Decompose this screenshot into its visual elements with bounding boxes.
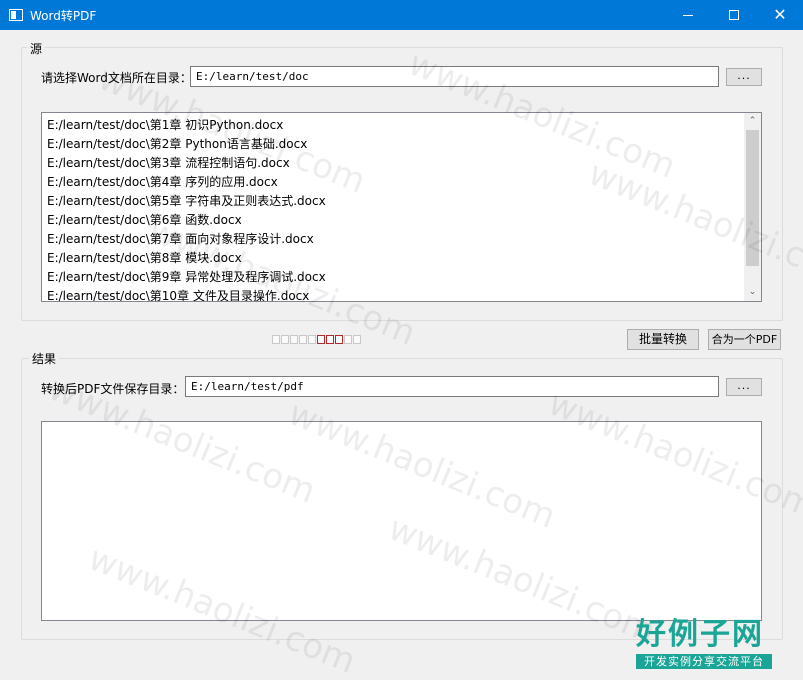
result-log[interactable] [41,421,762,621]
file-list-scrollbar[interactable]: ⌃ ⌄ [744,113,761,301]
title-bar[interactable]: Word转PDF ✕ [0,0,803,30]
list-item[interactable]: E:/learn/test/doc\第2章 Python语言基础.docx [47,135,307,154]
logo-sub-text: 开发实例分享交流平台 [636,654,772,669]
file-list[interactable]: E:/learn/test/doc\第1章 初识Python.docx E:/l… [41,112,762,302]
source-group-title: 源 [27,40,46,57]
list-item[interactable]: E:/learn/test/doc\第7章 面向对象程序设计.docx [47,230,314,249]
site-logo: 好例子网 开发实例分享交流平台 [632,617,774,671]
source-dir-input[interactable]: E:/learn/test/doc [190,66,719,87]
progress-indicator [272,335,361,344]
logo-main-text: 好例子网 [636,617,764,652]
list-item[interactable]: E:/learn/test/doc\第9章 异常处理及程序调试.docx [47,268,326,287]
progress-cell [335,335,343,344]
close-button[interactable]: ✕ [757,0,803,30]
progress-cell [317,335,325,344]
scroll-up-icon[interactable]: ⌃ [744,113,761,130]
maximize-button[interactable] [711,0,757,30]
progress-cell [290,335,298,344]
merge-pdf-button[interactable]: 合为一个PDF [708,329,781,350]
output-browse-button[interactable]: ... [726,378,762,396]
progress-cell [272,335,280,344]
close-icon: ✕ [773,5,787,24]
output-dir-label: 转换后PDF文件保存目录： [41,382,185,396]
output-dir-input[interactable]: E:/learn/test/pdf [185,376,719,397]
list-item[interactable]: E:/learn/test/doc\第10章 文件及目录操作.docx [47,287,309,301]
list-item[interactable]: E:/learn/test/doc\第4章 序列的应用.docx [47,173,278,192]
app-icon [9,9,23,21]
progress-cell [353,335,361,344]
list-item[interactable]: E:/learn/test/doc\第8章 模块.docx [47,249,242,268]
source-dir-label: 请选择Word文档所在目录： [41,71,192,85]
minimize-icon [683,14,693,16]
progress-cell [344,335,352,344]
result-group-title: 结果 [29,350,60,367]
window-title: Word转PDF [30,9,97,23]
progress-cell [299,335,307,344]
list-item[interactable]: E:/learn/test/doc\第5章 字符串及正则表达式.docx [47,192,326,211]
maximize-icon [729,10,739,20]
progress-cell [326,335,334,344]
progress-cell [308,335,316,344]
scroll-down-icon[interactable]: ⌄ [744,284,761,301]
list-item[interactable]: E:/learn/test/doc\第1章 初识Python.docx [47,116,283,135]
progress-cell [281,335,289,344]
source-browse-button[interactable]: ... [726,68,762,86]
minimize-button[interactable] [665,0,711,30]
scrollbar-thumb[interactable] [746,130,759,266]
list-item[interactable]: E:/learn/test/doc\第6章 函数.docx [47,211,242,230]
list-item[interactable]: E:/learn/test/doc\第3章 流程控制语句.docx [47,154,290,173]
batch-convert-button[interactable]: 批量转换 [627,329,699,350]
